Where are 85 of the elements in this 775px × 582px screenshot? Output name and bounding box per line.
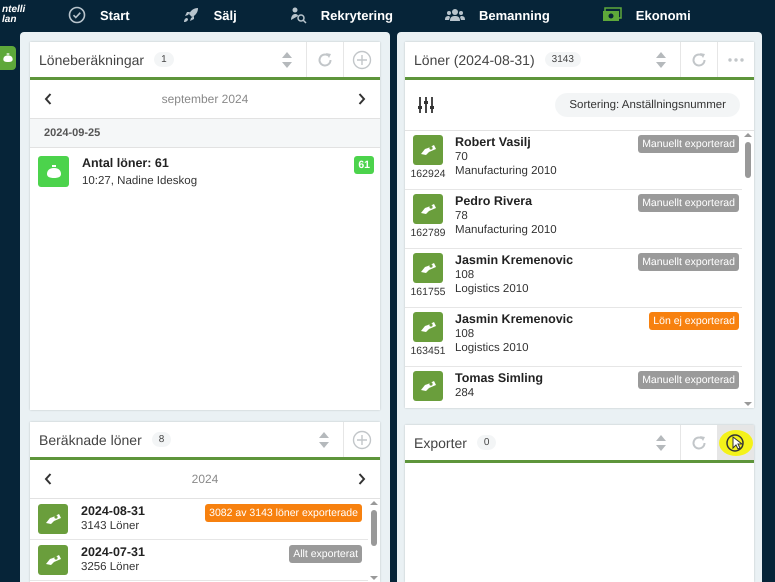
hand-cash-icon	[419, 143, 437, 157]
logo-text: ntelli	[2, 5, 26, 15]
employee-number: 284	[455, 387, 476, 399]
date-group-header: 2024-09-25	[44, 127, 100, 139]
filter-sliders-icon	[416, 95, 436, 115]
chevron-left-icon[interactable]	[44, 93, 52, 105]
check-circle-icon	[68, 6, 86, 24]
hand-cash-icon	[419, 379, 437, 393]
sort-icon	[655, 50, 667, 68]
banknote-icon	[602, 7, 622, 23]
money-bag-icon	[2, 52, 14, 64]
period-label: 2024	[192, 472, 218, 486]
export-status-badge: Allt exporterat	[289, 545, 362, 563]
hand-cash-icon	[419, 202, 437, 216]
group-icon	[445, 7, 465, 23]
hand-cash-icon	[44, 553, 62, 567]
money-bag-icon	[44, 162, 62, 180]
payroll-date[interactable]: 2024-08-31	[81, 504, 192, 518]
export-status-badge: Lön ej exporterad	[649, 312, 739, 330]
panel-title: Löneberäkningar	[39, 52, 144, 68]
sort-icon	[281, 50, 293, 68]
export-status-badge: Manuellt exporterad	[638, 253, 739, 271]
refresh-icon	[690, 50, 708, 68]
hand-cash-icon	[419, 261, 437, 275]
cursor-highlight-icon	[718, 428, 754, 456]
employee-id: 162924	[410, 168, 446, 180]
add-icon	[352, 50, 372, 70]
item-title[interactable]: Antal löner: 61	[82, 156, 342, 170]
count-badge: 3143	[544, 52, 581, 67]
chevron-left-icon[interactable]	[44, 473, 52, 485]
export-status-badge: Manuellt exporterad	[638, 194, 739, 212]
more-icon	[728, 58, 744, 62]
chevron-right-icon[interactable]	[358, 93, 366, 105]
item-subtitle: 10:27, Nadine Ideskog	[82, 175, 198, 187]
period-label: september 2024	[162, 92, 248, 106]
department: Manufacturing 2010	[455, 165, 558, 177]
employee-number: 108	[455, 328, 476, 340]
sort-icon	[655, 434, 667, 452]
scrollbar[interactable]	[742, 131, 754, 408]
refresh-icon	[690, 434, 708, 452]
hand-cash-icon	[419, 320, 437, 334]
payroll-date[interactable]: 2024-07-31	[81, 545, 276, 559]
person-search-icon	[288, 6, 307, 24]
panel-title: Löner (2024-08-31)	[414, 52, 535, 68]
nav-item[interactable]: Start	[56, 6, 142, 24]
department: Manufacturing 2010	[455, 224, 558, 236]
nav-item[interactable]: Sälj	[170, 6, 249, 24]
payroll-count: 3256 Löner	[81, 561, 140, 573]
employee-name[interactable]: Jasmin Kremenovic	[455, 253, 630, 267]
export-status-badge: Manuellt exporterad	[638, 135, 739, 153]
employee-number: 78	[455, 210, 469, 222]
action-button[interactable]	[717, 425, 754, 460]
employee-number: 108	[455, 269, 476, 281]
nav-item[interactable]: Rekrytering	[276, 6, 405, 24]
count-badge: 1	[154, 52, 174, 67]
add-icon	[352, 430, 372, 450]
nav-item[interactable]: Ekonomi	[590, 7, 703, 23]
employee-id: 162789	[410, 227, 446, 239]
count-badge: 8	[152, 432, 172, 447]
panel-title: Exporter	[414, 434, 467, 450]
nav-item[interactable]: Bemanning	[433, 7, 562, 23]
chevron-right-icon[interactable]	[358, 473, 366, 485]
payroll-count: 3143 Löner	[81, 520, 140, 532]
employee-name[interactable]: Pedro Rivera	[455, 194, 630, 208]
logo-text: lan	[2, 15, 18, 25]
count-badge: 61	[354, 156, 374, 174]
employee-name[interactable]: Tomas Simling	[455, 371, 630, 385]
employee-name[interactable]: Jasmin Kremenovic	[455, 312, 640, 326]
employee-number: 70	[455, 151, 469, 163]
sorting-button[interactable]: Sortering: Anställningsnummer	[555, 93, 740, 117]
export-status-badge: 3082 av 3143 löner exporterade	[205, 504, 362, 522]
hand-cash-icon	[44, 512, 62, 526]
scrollbar[interactable]	[368, 499, 380, 582]
panel-title: Beräknade löner	[39, 432, 142, 448]
count-badge: 0	[476, 435, 496, 450]
refresh-icon	[316, 50, 334, 68]
employee-id: 163451	[410, 345, 446, 357]
export-status-badge: Manuellt exporterad	[638, 371, 739, 389]
employee-name[interactable]: Robert Vasilj	[455, 135, 630, 149]
employee-id: 161755	[410, 286, 446, 298]
rocket-icon	[182, 6, 200, 24]
department: Logistics 2010	[455, 283, 530, 295]
department: Logistics 2010	[455, 342, 530, 354]
sidebar-item[interactable]	[0, 46, 16, 70]
sort-icon	[318, 430, 330, 448]
